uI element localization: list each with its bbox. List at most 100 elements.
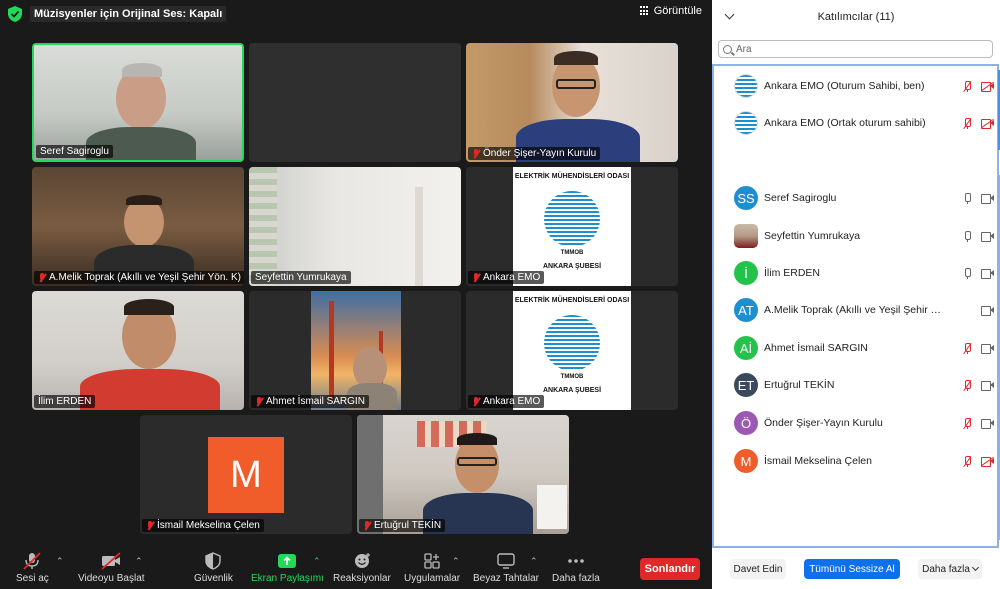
participant-hair [122,63,162,77]
participant-row[interactable]: ET Ertuğrul TEKİN [734,372,994,398]
mic-muted-icon[interactable] [963,417,972,429]
chevron-up-icon[interactable]: ⌃ [452,556,460,567]
more-button[interactable]: Daha fazla [552,552,600,584]
security-label: Güvenlik [194,573,233,584]
video-tile-empty[interactable] [249,43,461,162]
mic-icon[interactable] [963,230,971,242]
camera-off-icon[interactable] [980,81,995,92]
mic-muted-icon [255,396,263,407]
chevron-up-icon[interactable]: ⌃ [530,556,538,567]
camera-icon[interactable] [981,305,994,316]
avatar: AT [734,298,758,322]
participant-hair [124,299,174,315]
participant-row[interactable]: Ankara EMO (Ortak oturum sahibi) [734,110,995,136]
mic-icon[interactable] [963,192,971,204]
participant-row[interactable]: AT A.Melik Toprak (Akıllı ve Yeşil Şehir… [734,297,994,323]
participant-row[interactable]: Ankara EMO (Oturum Sahibi, ben) [734,73,995,99]
invite-button[interactable]: Davet Edin [730,559,786,579]
participant-glasses [457,457,497,466]
video-tile[interactable]: Seref Sagiroglu [32,43,244,162]
view-button[interactable]: Görüntüle [639,5,702,17]
mic-muted-icon[interactable] [963,455,972,467]
video-tile[interactable]: Ahmet İsmail SARGIN [249,291,461,410]
mic-muted-icon[interactable] [963,379,972,391]
wall-corner [415,187,423,286]
mic-muted-icon [38,272,46,283]
participant-status-icons [963,342,994,354]
whiteboard-icon [497,553,515,569]
emo-logo-top-text: ELEKTRİK MÜHENDİSLERİ ODASI [514,173,630,180]
video-tile[interactable]: İlim ERDEN [32,291,244,410]
participant-status-icons [963,230,994,242]
more-dots-icon [568,559,584,563]
camera-icon[interactable] [981,380,994,391]
participant-body [80,369,220,410]
video-tile[interactable]: M İsmail Mekselina Çelen [140,415,352,534]
avatar: Aİ [734,336,758,360]
more-options-button[interactable]: Daha fazla [918,559,982,579]
chevron-up-icon[interactable]: ⌃ [313,556,321,567]
emo-logo-top-text: ELEKTRİK MÜHENDİSLERİ ODASI [514,297,630,304]
reactions-button[interactable]: Reaksiyonlar [333,552,391,584]
video-tile[interactable]: ELEKTRİK MÜHENDİSLERİ ODASI TMMOB ANKARA… [466,291,678,410]
chevron-up-icon[interactable]: ⌃ [135,556,143,567]
chevron-up-icon[interactable]: ⌃ [56,556,64,567]
participant-name: Ankara EMO (Ortak oturum sahibi) [764,117,926,129]
smiley-icon [354,553,370,568]
whiteboards-label: Beyaz Tahtalar [473,573,539,584]
meeting-top-bar: Müzisyenler için Orijinal Ses: Kapalı Gö… [0,0,712,28]
participant-name: A.Melik Toprak (Akıllı ve Yeşil Şehir Y.… [764,304,944,316]
mic-muted-icon [363,520,371,531]
video-tile[interactable]: A.Melik Toprak (Akıllı ve Yeşil Şehir Yö… [32,167,244,286]
camera-icon[interactable] [981,268,994,279]
camera-off-icon[interactable] [980,118,995,129]
participant-row[interactable]: Aİ Ahmet İsmail SARGIN [734,335,994,361]
avatar [734,74,758,98]
mic-muted-icon[interactable] [963,117,972,129]
camera-off-icon[interactable] [980,456,995,467]
avatar-photo [734,224,758,248]
original-sound-status[interactable]: Müzisyenler için Orijinal Ses: Kapalı [30,6,227,22]
door-frame [357,415,383,534]
tile-name: Ankara EMO [483,272,541,283]
meeting-area: Müzisyenler için Orijinal Ses: Kapalı Gö… [0,0,712,589]
mic-muted-icon [472,396,480,407]
video-tile[interactable]: ELEKTRİK MÜHENDİSLERİ ODASI TMMOB ANKARA… [466,167,678,286]
shield-check-icon[interactable] [8,6,22,22]
participant-status-icons [963,417,994,429]
participant-row[interactable]: SS Seref Sagiroglu [734,185,994,211]
video-tile[interactable]: Ertuğrul TEKİN [357,415,569,534]
camera-icon[interactable] [981,193,994,204]
video-tile[interactable]: Seyfettin Yumrukaya [249,167,461,286]
participant-row[interactable]: Seyfettin Yumrukaya [734,223,994,249]
participant-row[interactable]: Ö Önder Şişer-Yayın Kurulu [734,410,994,436]
share-screen-icon [278,554,297,568]
participant-row[interactable]: İ İlim ERDEN [734,260,994,286]
tile-name-label: Ankara EMO [468,271,545,284]
security-button[interactable]: Güvenlik [194,552,233,584]
chevron-down-icon[interactable] [724,9,735,20]
tile-name-label: Ertuğrul TEKİN [359,519,446,532]
camera-icon[interactable] [981,418,994,429]
mic-muted-icon[interactable] [963,342,972,354]
emo-logo-emblem [544,315,600,371]
camera-icon[interactable] [981,231,994,242]
video-tile[interactable]: Önder Şişer-Yayın Kurulu [466,43,678,162]
participant-row[interactable]: M İsmail Mekselina Çelen [734,448,995,474]
camera-off-icon [101,552,121,570]
panel-header: Katılımcılar (11) [712,0,1000,34]
mic-icon[interactable] [963,267,971,279]
shield-icon [205,552,222,570]
unmute-button[interactable]: Sesi aç [16,552,49,584]
mic-muted-icon[interactable] [963,80,972,92]
mute-all-button[interactable]: Tümünü Sessize Al [804,559,900,579]
grid-view-icon [639,6,650,16]
search-input[interactable]: Ara [718,40,993,58]
end-meeting-button[interactable]: Sonlandır [640,558,700,580]
tile-name: Seyfettin Yumrukaya [255,272,347,283]
camera-icon[interactable] [981,343,994,354]
avatar: M [208,437,284,513]
avatar [734,111,758,135]
chevron-down-icon [971,563,979,572]
tile-name-label: Seref Sagiroglu [36,145,113,158]
